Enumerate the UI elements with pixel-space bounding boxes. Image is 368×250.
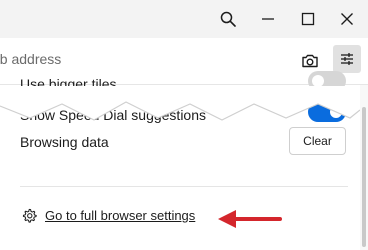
bigger-tiles-label: Use bigger tiles xyxy=(20,76,117,92)
sliders-icon xyxy=(341,53,353,65)
panel-scrollbar[interactable] xyxy=(360,85,368,250)
camera-button[interactable] xyxy=(298,49,322,73)
bigger-tiles-toggle[interactable] xyxy=(308,71,346,91)
minimize-icon xyxy=(262,18,274,20)
speed-dial-suggestions-toggle[interactable] xyxy=(308,102,346,122)
gear-icon xyxy=(22,208,37,223)
full-browser-settings-link[interactable]: Go to full browser settings xyxy=(22,208,195,223)
divider xyxy=(20,186,348,187)
close-button[interactable] xyxy=(334,6,360,32)
search-icon xyxy=(220,11,236,27)
clear-browsing-data-button[interactable]: Clear xyxy=(289,127,346,155)
easy-setup-button[interactable] xyxy=(333,45,361,73)
address-input[interactable] xyxy=(0,51,262,67)
maximize-icon xyxy=(301,12,315,26)
close-icon xyxy=(341,13,353,25)
minimize-button[interactable] xyxy=(255,6,281,32)
scrollbar-thumb[interactable] xyxy=(362,107,366,247)
speed-dial-suggestions-label: Show Speed Dial suggestions xyxy=(20,107,207,123)
camera-icon xyxy=(302,54,318,68)
toggle-knob xyxy=(330,106,342,118)
toggle-knob xyxy=(312,75,324,87)
maximize-button[interactable] xyxy=(295,6,321,32)
full-browser-settings-label: Go to full browser settings xyxy=(45,208,196,223)
red-arrow-annotation xyxy=(218,210,282,228)
browsing-data-label: Browsing data xyxy=(20,134,109,150)
title-bar xyxy=(0,0,368,38)
search-button[interactable] xyxy=(215,6,241,32)
